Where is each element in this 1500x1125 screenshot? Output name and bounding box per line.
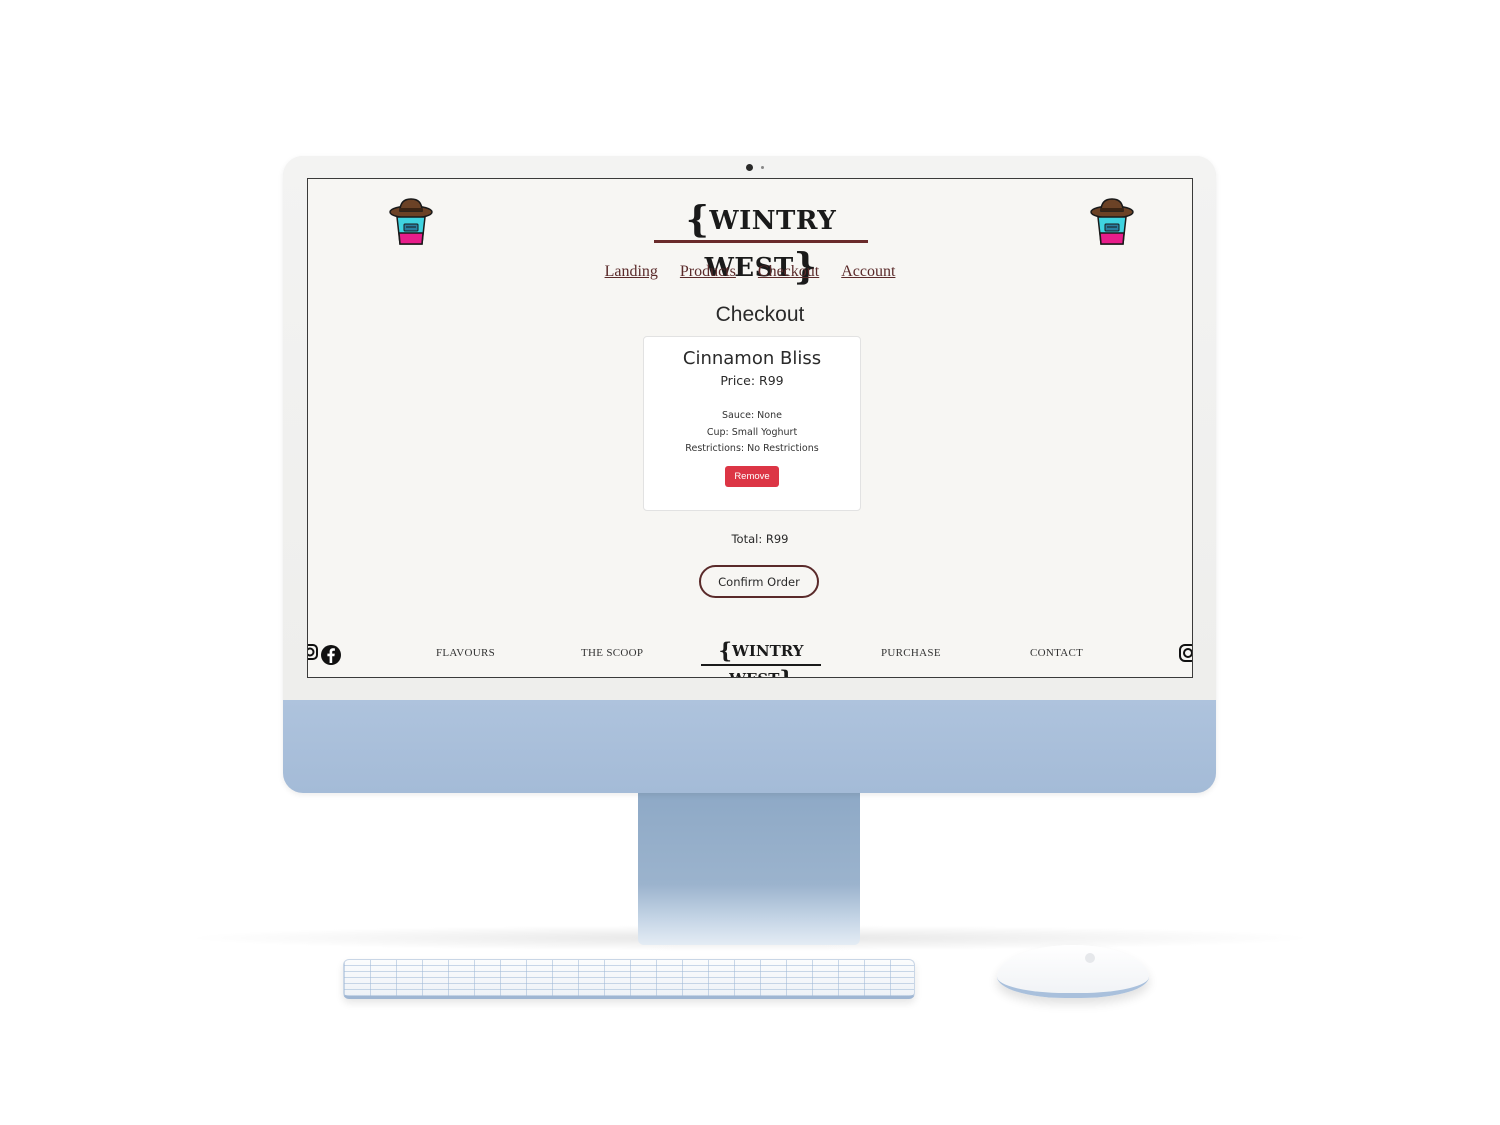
footer-logo-brace-open: { bbox=[718, 638, 733, 663]
nav-link-landing[interactable]: Landing bbox=[605, 263, 658, 280]
nav-link-checkout[interactable]: Checkout bbox=[758, 263, 819, 280]
mascot-icon bbox=[1090, 198, 1134, 245]
sensor-dot bbox=[761, 166, 764, 169]
facebook-icon[interactable] bbox=[320, 644, 342, 666]
page-title: Checkout bbox=[715, 303, 805, 326]
monitor-stand bbox=[638, 793, 860, 945]
item-restrictions: Restrictions: No Restrictions bbox=[685, 443, 819, 454]
footer-link-the-scoop[interactable]: THE SCOOP bbox=[581, 647, 643, 659]
nav-link-account[interactable]: Account bbox=[841, 263, 895, 280]
mascot-icon bbox=[389, 198, 433, 245]
camera-icon bbox=[746, 164, 753, 171]
main-nav: Landing Products Checkout Account bbox=[308, 263, 1192, 281]
item-name: Cinnamon Bliss bbox=[682, 348, 822, 369]
nav-link-products[interactable]: Products bbox=[680, 263, 736, 280]
item-details: Sauce: None Cup: Small Yoghurt Restricti… bbox=[644, 408, 860, 458]
cart-item-card: Cinnamon Bliss Price: R99 Sauce: None Cu… bbox=[643, 336, 861, 511]
monitor-chin bbox=[283, 700, 1216, 793]
order-total: Total: R99 bbox=[731, 532, 789, 546]
mouse bbox=[997, 945, 1149, 998]
instagram-icon[interactable] bbox=[307, 644, 318, 662]
footer-logo-underline bbox=[701, 664, 821, 666]
item-price: Price: R99 bbox=[720, 373, 784, 388]
footer-link-purchase[interactable]: PURCHASE bbox=[881, 647, 941, 659]
instagram-icon[interactable] bbox=[1179, 644, 1193, 662]
apple-logo-icon bbox=[1085, 953, 1095, 963]
logo-brace-open: { bbox=[685, 199, 710, 241]
item-cup: Cup: Small Yoghurt bbox=[706, 426, 798, 438]
browser-screen: {WINTRY WEST} Landing Products Checkout … bbox=[307, 178, 1193, 678]
footer-logo[interactable]: {WINTRY WEST} bbox=[691, 637, 831, 677]
brand-logo[interactable]: {WINTRY WEST} bbox=[636, 197, 886, 288]
keyboard bbox=[343, 959, 915, 999]
item-sauce: Sauce: None bbox=[722, 410, 782, 421]
logo-underline bbox=[654, 240, 868, 243]
confirm-order-button[interactable]: Confirm Order bbox=[699, 565, 819, 598]
footer-link-flavours[interactable]: FLAVOURS bbox=[436, 647, 495, 659]
remove-button[interactable]: Remove bbox=[725, 465, 779, 487]
footer-logo-brace-close: } bbox=[779, 666, 793, 677]
footer-link-contact[interactable]: CONTACT bbox=[1030, 647, 1083, 659]
